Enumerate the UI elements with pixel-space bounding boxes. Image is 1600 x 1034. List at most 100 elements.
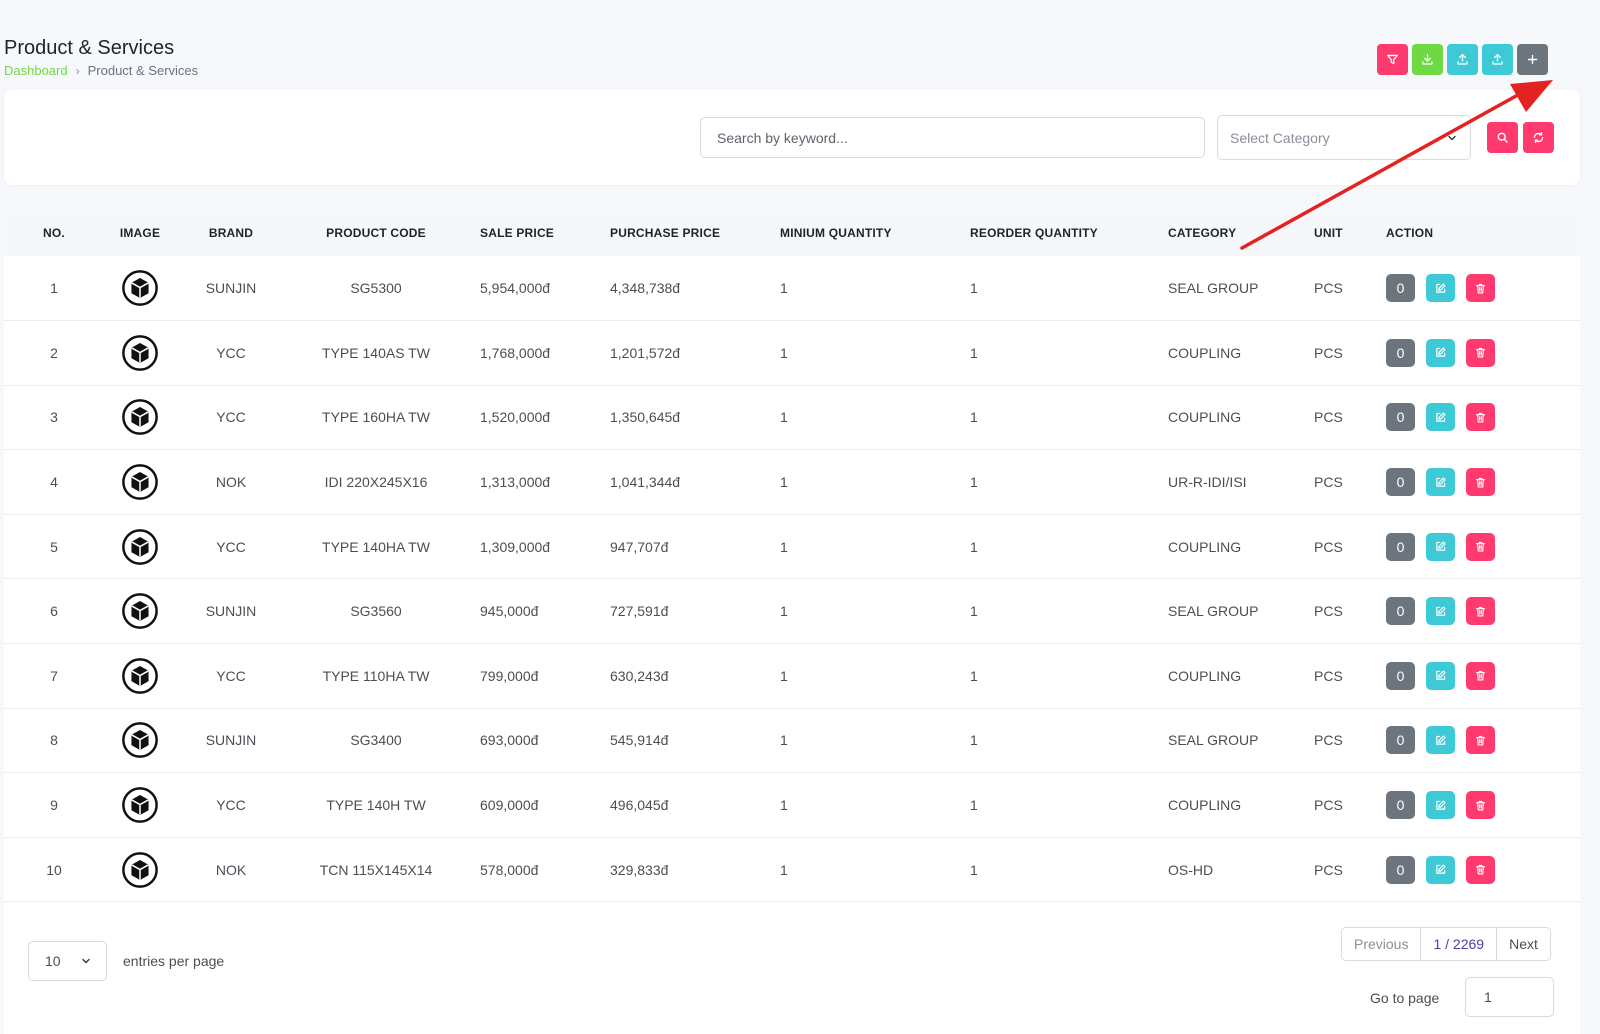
row-actions: 0	[1386, 726, 1580, 755]
table-row: 3 YCC TYPE 160HA TW 1,520,000đ 1,350,645…	[4, 385, 1580, 450]
cell-reorder-quantity: 1	[970, 280, 978, 297]
edit-icon	[1436, 864, 1446, 874]
edit-button[interactable]	[1426, 274, 1455, 303]
quantity-button[interactable]: 0	[1386, 274, 1415, 303]
cell-product-code: SG5300	[350, 280, 402, 297]
edit-button[interactable]	[1426, 338, 1455, 367]
edit-icon	[1436, 282, 1446, 293]
breadcrumb-dashboard-link[interactable]: Dashboard	[4, 63, 68, 78]
cell-no: 4	[50, 474, 58, 491]
cell-sale-price: 5,954,000đ	[480, 280, 551, 297]
product-image-cube-icon[interactable]	[121, 721, 159, 759]
cell-unit: PCS	[1314, 667, 1343, 684]
delete-button[interactable]	[1466, 403, 1495, 432]
edit-button[interactable]	[1426, 791, 1455, 820]
delete-button[interactable]	[1466, 726, 1495, 755]
entries-per-page-label: entries per page	[123, 953, 225, 969]
table-row: 5 YCC TYPE 140HA TW 1,309,000đ 947,707đ …	[4, 514, 1580, 579]
quantity-button[interactable]: 0	[1386, 532, 1415, 561]
cell-product-code: TYPE 140AS TW	[322, 344, 430, 361]
product-table-card: NO. IMAGE BRAND PRODUCT CODE SALE PRICE …	[4, 210, 1580, 1034]
breadcrumb-current: Product & Services	[87, 63, 199, 78]
delete-button[interactable]	[1466, 791, 1495, 820]
cell-no: 6	[50, 603, 58, 620]
upload-button[interactable]	[1447, 44, 1478, 75]
search-input[interactable]	[700, 117, 1205, 158]
edit-button[interactable]	[1426, 726, 1455, 755]
product-image-cube-icon[interactable]	[121, 269, 159, 307]
edit-icon	[1436, 412, 1446, 422]
download-button[interactable]	[1412, 44, 1443, 75]
quantity-button[interactable]: 0	[1386, 661, 1415, 690]
goto-page-input[interactable]	[1465, 977, 1554, 1017]
cell-sale-price: 1,309,000đ	[480, 538, 551, 555]
delete-button[interactable]	[1466, 338, 1495, 367]
entries-per-page-select[interactable]: 10	[28, 941, 107, 981]
cell-sale-price: 1,768,000đ	[480, 344, 551, 361]
column-header-purchase-price: PURCHASE PRICE	[610, 226, 721, 240]
table-header-row: NO. IMAGE BRAND PRODUCT CODE SALE PRICE …	[4, 210, 1580, 256]
delete-button[interactable]	[1466, 855, 1495, 884]
edit-button[interactable]	[1426, 661, 1455, 690]
quantity-button[interactable]: 0	[1386, 597, 1415, 626]
product-image-cube-icon[interactable]	[121, 398, 159, 436]
quantity-button[interactable]: 0	[1386, 726, 1415, 755]
edit-button[interactable]	[1426, 468, 1455, 497]
delete-button[interactable]	[1466, 597, 1495, 626]
cell-sale-price: 609,000đ	[480, 797, 539, 814]
cell-action: 0	[1374, 256, 1580, 321]
product-image-cube-icon[interactable]	[121, 851, 159, 889]
trash-icon	[1475, 477, 1486, 488]
cell-action: 0	[1374, 321, 1580, 386]
product-image-cube-icon[interactable]	[121, 786, 159, 824]
quantity-button[interactable]: 0	[1386, 791, 1415, 820]
delete-button[interactable]	[1466, 274, 1495, 303]
import-button[interactable]	[1482, 44, 1513, 75]
row-actions: 0	[1386, 661, 1580, 690]
edit-icon	[1436, 799, 1446, 810]
cell-category: COUPLING	[1168, 344, 1242, 361]
delete-button[interactable]	[1466, 468, 1495, 497]
product-image-cube-icon[interactable]	[121, 528, 159, 566]
cell-sale-price: 578,000đ	[480, 861, 539, 878]
quantity-button[interactable]: 0	[1386, 468, 1415, 497]
edit-button[interactable]	[1426, 403, 1455, 432]
delete-button[interactable]	[1466, 661, 1495, 690]
cell-reorder-quantity: 1	[970, 667, 978, 684]
cell-brand: YCC	[216, 409, 246, 426]
cell-unit: PCS	[1314, 344, 1343, 361]
page-indicator: 1 / 2269	[1421, 928, 1498, 960]
product-image-cube-icon[interactable]	[121, 657, 159, 695]
category-select[interactable]: Select Category	[1217, 115, 1471, 160]
cell-no: 5	[50, 538, 58, 555]
quantity-button[interactable]: 0	[1386, 338, 1415, 367]
top-actions	[1377, 44, 1548, 75]
plus-icon	[1527, 54, 1538, 65]
edit-button[interactable]	[1426, 597, 1455, 626]
product-image-cube-icon[interactable]	[121, 592, 159, 630]
product-image-cube-icon[interactable]	[121, 334, 159, 372]
row-actions: 0	[1386, 338, 1580, 367]
next-page-button[interactable]: Next	[1497, 928, 1550, 960]
quantity-button[interactable]: 0	[1386, 855, 1415, 884]
filter-button[interactable]	[1377, 44, 1408, 75]
cell-minimum-quantity: 1	[780, 603, 788, 620]
previous-page-button[interactable]: Previous	[1342, 928, 1422, 960]
product-image-cube-icon[interactable]	[121, 463, 159, 501]
cell-reorder-quantity: 1	[970, 409, 978, 426]
cell-product-code: TYPE 110HA TW	[322, 667, 430, 684]
cell-brand: YCC	[216, 344, 246, 361]
edit-button[interactable]	[1426, 532, 1455, 561]
reset-button[interactable]	[1523, 122, 1554, 153]
cell-category: OS-HD	[1168, 861, 1214, 878]
cell-no: 1	[50, 280, 58, 297]
quantity-button[interactable]: 0	[1386, 403, 1415, 432]
cell-product-code: SG3560	[350, 603, 402, 620]
delete-button[interactable]	[1466, 532, 1495, 561]
cell-minimum-quantity: 1	[780, 667, 788, 684]
cell-brand: YCC	[216, 667, 246, 684]
cell-action: 0	[1374, 708, 1580, 773]
edit-button[interactable]	[1426, 855, 1455, 884]
add-button[interactable]	[1517, 44, 1548, 75]
search-button[interactable]	[1487, 122, 1518, 153]
